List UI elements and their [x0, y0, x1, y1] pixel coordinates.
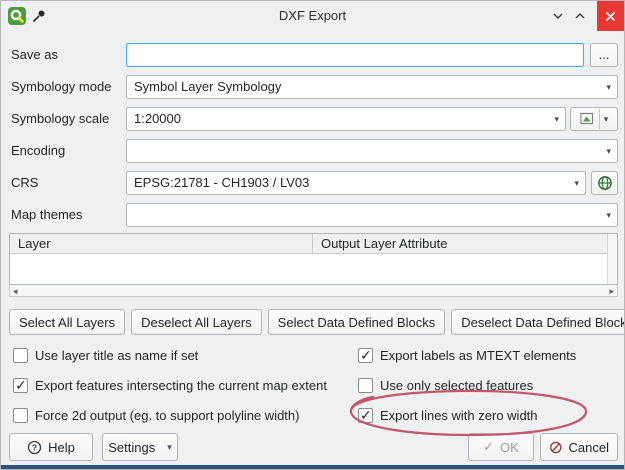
checkbox-box[interactable] — [358, 378, 373, 393]
select-data-defined-blocks-button[interactable]: Select Data Defined Blocks — [268, 309, 446, 335]
maximize-icon[interactable] — [574, 10, 586, 22]
encoding-label: Encoding — [11, 139, 65, 163]
chevron-down-icon: ▾ — [606, 204, 611, 226]
checkbox-export-lines-zero-width[interactable]: Export lines with zero width — [358, 406, 538, 424]
help-icon: ? — [27, 440, 42, 455]
dxf-export-dialog: DXF Export Save as ... Symbology mode Sy… — [0, 0, 625, 470]
ok-label: OK — [500, 440, 519, 455]
close-icon — [605, 11, 616, 22]
checkbox-label: Export lines with zero width — [380, 408, 538, 423]
checkbox-box[interactable] — [13, 348, 28, 363]
checkbox-label: Export features intersecting the current… — [35, 378, 327, 393]
browse-button[interactable]: ... — [590, 43, 618, 67]
column-header-output-layer-attribute[interactable]: Output Layer Attribute — [313, 234, 617, 253]
symbology-mode-select[interactable]: Symbol Layer Symbology ▾ — [126, 75, 618, 99]
titlebar[interactable]: DXF Export — [1, 1, 624, 31]
chevron-down-icon: ▾ — [606, 76, 611, 98]
checkbox-force-2d-output[interactable]: Force 2d output (eg. to support polyline… — [13, 406, 299, 424]
chevron-down-icon: ▾ — [606, 140, 611, 162]
layer-table: Layer Output Layer Attribute — [9, 233, 618, 285]
chevron-down-icon: ▾ — [554, 108, 559, 130]
checkbox-label: Use only selected features — [380, 378, 533, 393]
symbology-scale-label: Symbology scale — [11, 107, 109, 131]
crs-label: CRS — [11, 171, 38, 195]
checkbox-box[interactable] — [13, 378, 28, 393]
window-bottom-edge — [1, 465, 624, 469]
cancel-label: Cancel — [569, 440, 609, 455]
help-label: Help — [48, 440, 75, 455]
select-crs-button[interactable] — [591, 171, 618, 195]
checkbox-label: Export labels as MTEXT elements — [380, 348, 576, 363]
layer-buttons-row: Select All Layers Deselect All Layers Se… — [9, 309, 625, 335]
help-button[interactable]: ? Help — [9, 433, 93, 461]
select-all-layers-button[interactable]: Select All Layers — [9, 309, 125, 335]
scroll-right-icon[interactable]: ▸ — [609, 286, 614, 296]
vertical-scrollbar[interactable] — [607, 234, 617, 284]
settings-button[interactable]: Settings ▾ — [102, 433, 178, 461]
map-themes-label: Map themes — [11, 203, 83, 227]
checkbox-label: Force 2d output (eg. to support polyline… — [35, 408, 299, 423]
pin-icon[interactable] — [32, 9, 46, 23]
close-button[interactable] — [597, 1, 624, 31]
checkbox-label: Use layer title as name if set — [35, 348, 198, 363]
cancel-button[interactable]: Cancel — [540, 433, 618, 461]
checkbox-use-only-selected-features[interactable]: Use only selected features — [358, 376, 533, 394]
svg-text:?: ? — [32, 442, 37, 452]
settings-label: Settings — [108, 440, 155, 455]
table-body — [10, 254, 617, 284]
chevron-down-icon: ▾ — [167, 442, 172, 453]
save-as-input[interactable] — [126, 43, 584, 67]
crs-globe-icon — [597, 175, 613, 191]
cancel-icon — [549, 440, 563, 455]
checkbox-box[interactable] — [358, 348, 373, 363]
scroll-left-icon[interactable]: ◂ — [13, 286, 18, 296]
chevron-down-icon: ▾ — [574, 172, 579, 194]
chevron-down-icon: ▾ — [599, 109, 609, 129]
set-scale-from-canvas-button[interactable]: ▾ — [570, 107, 618, 131]
checkbox-box[interactable] — [358, 408, 373, 423]
symbology-scale-value: 1:20000 — [134, 111, 181, 126]
checkbox-export-labels-mtext[interactable]: Export labels as MTEXT elements — [358, 346, 576, 364]
window-title: DXF Export — [1, 1, 624, 31]
ok-button[interactable]: ✓ OK — [468, 433, 534, 461]
crs-value: EPSG:21781 - CH1903 / LV03 — [134, 175, 309, 190]
checkbox-box[interactable] — [13, 408, 28, 423]
save-as-label: Save as — [11, 43, 58, 67]
map-scale-icon — [580, 112, 596, 126]
roll-down-icon[interactable] — [552, 10, 564, 22]
checkbox-use-layer-title[interactable]: Use layer title as name if set — [13, 346, 198, 364]
symbology-mode-value: Symbol Layer Symbology — [134, 79, 281, 94]
symbology-scale-combobox[interactable]: 1:20000 ▾ — [126, 107, 566, 131]
horizontal-scrollbar[interactable]: ◂ ▸ — [9, 285, 618, 297]
check-icon: ✓ — [483, 439, 494, 455]
symbology-mode-label: Symbology mode — [11, 75, 111, 99]
map-themes-select[interactable]: ▾ — [126, 203, 618, 227]
deselect-all-layers-button[interactable]: Deselect All Layers — [131, 309, 262, 335]
checkbox-export-features-intersecting-extent[interactable]: Export features intersecting the current… — [13, 376, 327, 394]
column-header-layer[interactable]: Layer — [10, 234, 313, 253]
deselect-data-defined-blocks-button[interactable]: Deselect Data Defined Blocks — [451, 309, 625, 335]
crs-select[interactable]: EPSG:21781 - CH1903 / LV03 ▾ — [126, 171, 586, 195]
table-header-row: Layer Output Layer Attribute — [10, 234, 617, 254]
encoding-select[interactable]: ▾ — [126, 139, 618, 163]
qgis-logo-icon — [8, 7, 26, 25]
